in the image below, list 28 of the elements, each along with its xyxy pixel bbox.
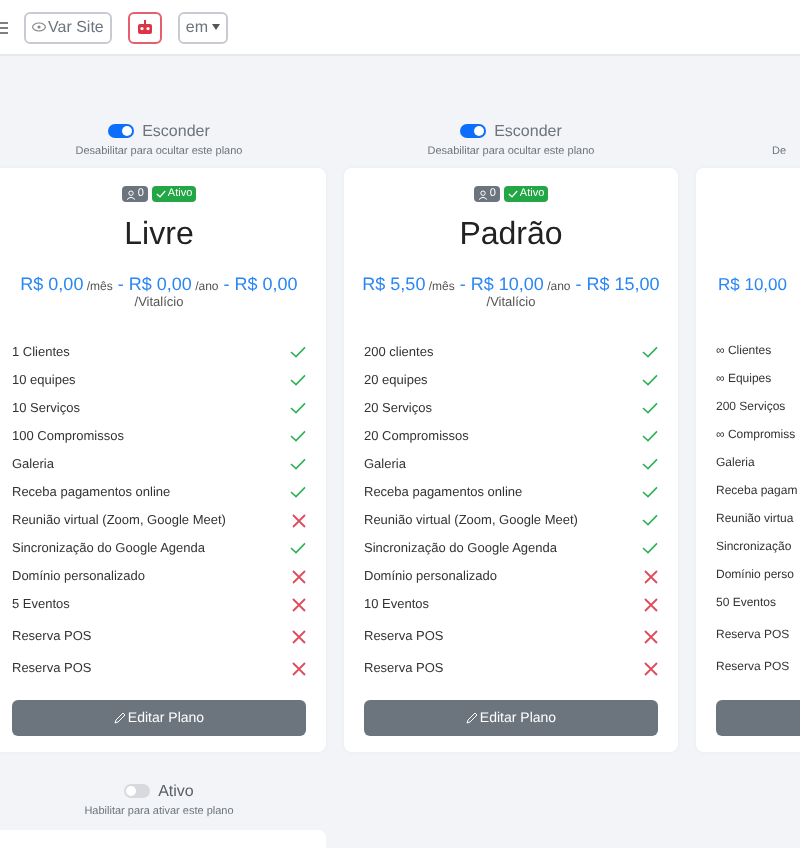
cross-icon	[292, 569, 306, 583]
pencil-icon	[465, 712, 478, 724]
toggle-switch[interactable]	[460, 124, 487, 138]
cross-icon	[292, 629, 306, 643]
toggle-label: Ativo	[158, 782, 194, 800]
caret-icon	[211, 24, 220, 30]
cross-icon	[644, 629, 658, 643]
cross-icon	[292, 597, 306, 611]
toggle-switch[interactable]	[108, 124, 135, 138]
cross-icon	[644, 569, 658, 583]
cross-icon	[644, 661, 658, 675]
cross-icon	[292, 661, 306, 675]
plan-price: R$ 10,00	[718, 272, 787, 296]
view-site-button[interactable]: Var Site	[24, 11, 112, 43]
robot-icon	[135, 19, 154, 35]
plan-title: Padrão	[459, 218, 563, 254]
toggle-label: Esconder	[494, 122, 562, 140]
eye-icon	[32, 22, 46, 32]
menu-icon[interactable]	[0, 21, 8, 33]
toggle-label: Esconder	[142, 122, 210, 140]
pencil-icon	[113, 712, 126, 724]
toggle-switch[interactable]	[124, 784, 151, 798]
cross-icon	[292, 513, 306, 527]
plan-title: Livre	[124, 218, 194, 254]
language-select[interactable]: em	[177, 11, 228, 43]
robot-button[interactable]	[127, 11, 162, 43]
check-icon	[290, 542, 306, 554]
cross-icon	[644, 597, 658, 611]
